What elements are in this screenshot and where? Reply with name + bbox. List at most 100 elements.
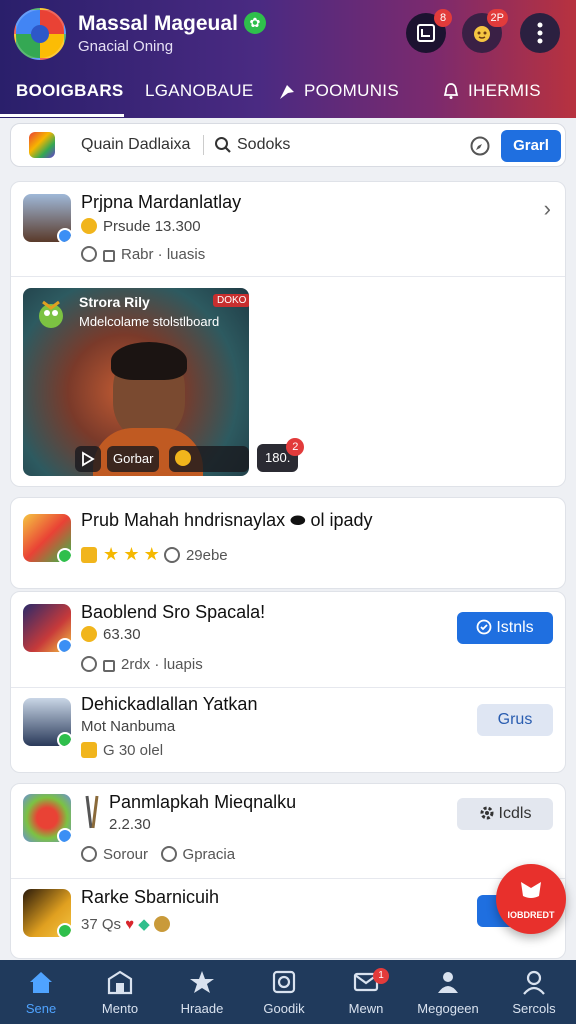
avatar — [23, 698, 71, 746]
nav-label: Mento — [101, 1001, 139, 1016]
group-icon — [438, 972, 458, 993]
post-meta: Sorour Gpracia — [81, 846, 235, 863]
more-menu-button[interactable] — [520, 13, 560, 53]
tab-2-label: POOMUNIS — [304, 81, 399, 100]
verified-icon — [57, 923, 71, 937]
nav-badge: 1 — [373, 968, 389, 984]
mascot-icon — [39, 300, 63, 328]
list-item[interactable]: Prjpna Mardanlatlay Prsude 13.300 Rabr ·… — [11, 182, 565, 276]
verified-icon — [57, 548, 71, 562]
target-icon — [160, 846, 177, 862]
nav-label: Hraade — [180, 1001, 224, 1016]
list-item[interactable]: Baoblend Sro Spacala! 63.30 2rdx · luapi… — [11, 592, 565, 687]
post-author: Baoblend Sro Spacala! — [81, 602, 266, 622]
profile-icon — [523, 970, 545, 995]
post-stat: 63.30 — [81, 626, 141, 643]
media-control-2[interactable]: 1893006 — [169, 446, 249, 472]
active-tab-indicator — [0, 114, 124, 117]
app-logo[interactable] — [14, 8, 66, 60]
coin-icon — [81, 218, 97, 234]
tools-button[interactable]: Icdls — [457, 798, 553, 830]
tab-3[interactable]: IHERMIS — [442, 74, 541, 116]
post-meta-text: Rabr · luasis — [121, 246, 206, 263]
post-media[interactable]: Strora Rily Mdelcolame stolstlboard DOKO… — [23, 288, 249, 476]
tab-bar: BOOIGBARS LGANOBAUE POOMUNIS IHERMIS — [0, 74, 576, 117]
media-control-1[interactable]: Gorbar — [107, 446, 160, 472]
app-icon[interactable] — [29, 132, 55, 158]
search-scope-label[interactable]: Quain Dadlaixa — [81, 136, 190, 154]
tab-3-label: IHERMIS — [468, 81, 541, 100]
post-meta-text: 29ebe — [185, 547, 228, 564]
inbox-button[interactable]: 8 — [406, 9, 452, 53]
book-icon — [272, 970, 296, 994]
post-stat-text: 63.30 — [103, 626, 141, 643]
divider — [11, 276, 565, 277]
floating-action-button[interactable]: IOBDREDT — [496, 864, 566, 934]
search-divider — [203, 135, 204, 155]
play-icon — [82, 451, 95, 467]
nav-item-3[interactable]: Goodik — [243, 960, 325, 1024]
avatar — [23, 889, 71, 937]
nav-label: Mewn — [348, 1001, 384, 1016]
post-meta: 2rdx · luapis — [81, 656, 203, 673]
search-button[interactable]: Grarl — [501, 130, 561, 162]
bottom-navigation: Sene Mento Hraade Goodik 1 Mewn Megogeen… — [0, 960, 576, 1024]
list-item[interactable]: Prub Mahah hndrisnaylax ⬬ ol ipady ★ ★ ★… — [11, 498, 565, 588]
list-item[interactable]: Dehickadlallan Yatkan Mot Nanbuma G 30 o… — [11, 688, 565, 772]
store-icon — [107, 970, 133, 995]
chat-icon[interactable] — [469, 135, 491, 157]
calendar-icon — [81, 742, 97, 758]
nav-label: Goodik — [263, 1001, 305, 1016]
search-input[interactable]: Sodoks — [237, 136, 290, 154]
feed-card-2: Prub Mahah hndrisnaylax ⬬ ol ipady ★ ★ ★… — [10, 497, 566, 589]
avatar — [23, 604, 71, 652]
media-play-button[interactable] — [75, 446, 101, 472]
coin-icon — [81, 626, 97, 642]
feed-card-4: Panmlapkah Mieqnalku 2.2.30 Sorour Gprac… — [10, 783, 566, 959]
nav-item-0[interactable]: Sene — [0, 960, 82, 1024]
more-vertical-icon — [537, 22, 543, 44]
nav-item-5[interactable]: Megogeen — [407, 960, 489, 1024]
post-meta-text: 37 Qs — [81, 916, 122, 933]
list-item[interactable]: Panmlapkah Mieqnalku 2.2.30 Sorour Gprac… — [11, 784, 565, 878]
post-meta: G 30 olel — [81, 742, 163, 759]
inbox-badge: 8 — [434, 9, 452, 27]
star-icon: ★ — [123, 544, 140, 564]
media-description: Mdelcolame stolstlboard — [79, 314, 220, 329]
post-meta-1: Sorour — [103, 846, 149, 863]
list-item[interactable]: Rarke Sbarnicuih 37 Qs ♥ ◆ — [11, 879, 565, 958]
shield-check-icon — [476, 619, 492, 635]
nav-item-2[interactable]: Hraade — [161, 960, 243, 1024]
tab-2[interactable]: POOMUNIS — [278, 74, 399, 116]
flag-icon — [280, 85, 294, 99]
app-header: Massal Mageual ✿ Gnacial Oning 8 2P BOOI… — [0, 0, 576, 118]
clock-icon — [81, 246, 97, 262]
home-icon — [30, 972, 52, 993]
install-button[interactable]: Istnls — [457, 612, 553, 644]
verified-badge-icon: ✿ — [244, 12, 266, 34]
tab-0[interactable]: BOOIGBARS — [16, 74, 124, 116]
bell-icon — [443, 83, 459, 99]
post-meta: ★ ★ ★ 29ebe — [81, 544, 228, 565]
group-button[interactable]: Grus — [477, 704, 553, 736]
avatar — [23, 514, 71, 562]
nav-item-1[interactable]: Mento — [79, 960, 161, 1024]
feed-card-1: Prjpna Mardanlatlay Prsude 13.300 Rabr ·… — [10, 181, 566, 487]
star-icon: ★ — [103, 544, 120, 564]
rewards-button[interactable]: 2P — [462, 9, 508, 53]
media-extra-button[interactable]: 180. 2 — [257, 438, 305, 472]
post-author: Prub Mahah hndrisnaylax ⬬ ol ipady — [81, 510, 373, 530]
chevron-right-icon[interactable]: › — [544, 196, 551, 222]
install-button-label: Istnls — [496, 619, 534, 636]
nav-item-4[interactable]: 1 Mewn — [325, 960, 407, 1024]
post-stat: 2.2.30 — [109, 816, 151, 833]
coin-icon — [175, 450, 191, 466]
tab-1[interactable]: LGANOBAUE — [145, 74, 254, 116]
media-extra-badge: 2 — [286, 438, 305, 456]
nav-item-6[interactable]: Sercols — [493, 960, 575, 1024]
link-icon — [81, 656, 97, 672]
media-person-hair — [111, 342, 187, 380]
post-stat-text: Prsude 13.300 — [103, 218, 201, 235]
post-meta-text: 2rdx · luapis — [121, 656, 203, 673]
chat-bubble-icon — [521, 882, 541, 898]
